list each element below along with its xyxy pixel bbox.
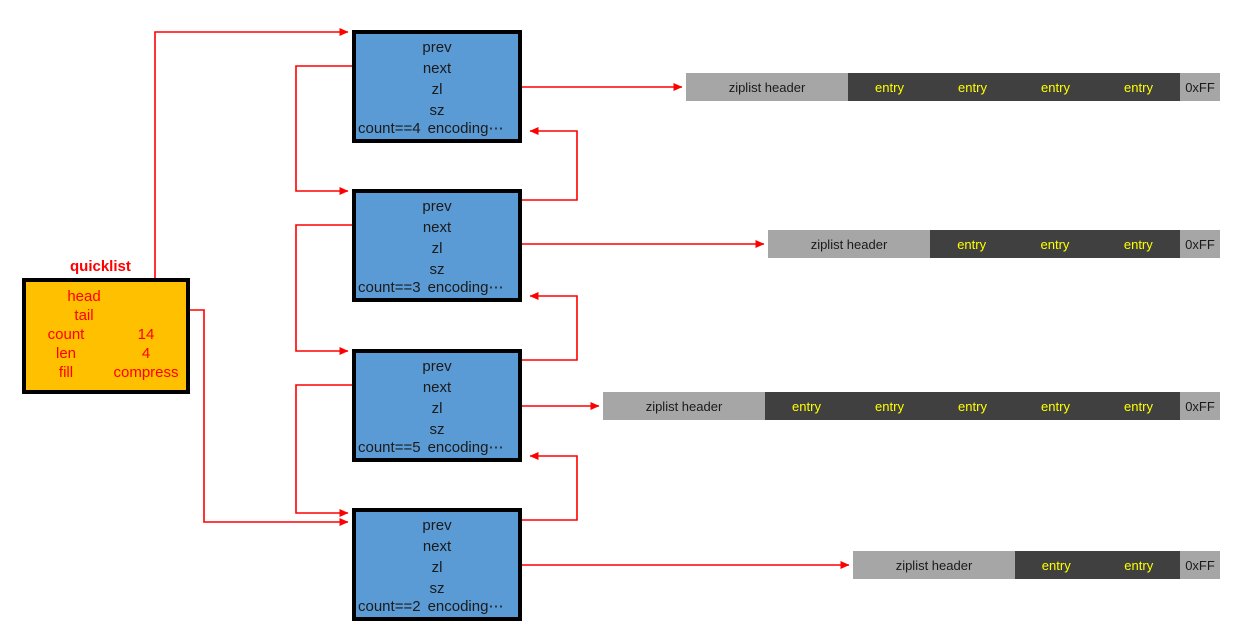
ziplist-bar: ziplist header entry entry entry entry e… <box>603 392 1220 420</box>
node-field-next: next <box>422 379 452 396</box>
ziplist-entry-segment: entry <box>931 73 1014 101</box>
ziplist-entry-segment: entry <box>848 392 931 420</box>
node-field-next: next <box>422 60 452 77</box>
quicklist-node: prev next zl sz count==2 encoding⋯ <box>352 508 522 621</box>
node-count-label: count==4 <box>358 120 421 137</box>
ziplist-header-segment: ziplist header <box>603 392 765 420</box>
ziplist-end-segment: 0xFF <box>1180 73 1220 101</box>
ziplist-header-segment: ziplist header <box>768 230 930 258</box>
quicklist-row-tail: tail <box>26 306 186 325</box>
ziplist-header-segment: ziplist header <box>686 73 848 101</box>
node-count-label: count==3 <box>358 279 421 296</box>
ziplist-entry-segment: entry <box>848 73 931 101</box>
ziplist-entry-segment: entry <box>1015 551 1098 579</box>
node-field-zl: zl <box>431 240 443 257</box>
node-field-zl: zl <box>431 81 443 98</box>
ziplist-entry-segment: entry <box>1014 73 1097 101</box>
ziplist-header-segment: ziplist header <box>853 551 1015 579</box>
ziplist-entry-segment: entry <box>931 392 1014 420</box>
quicklist-row-head: head <box>26 287 186 306</box>
wire-head-to-node1 <box>118 28 349 292</box>
quicklist-row-len: len 4 <box>26 344 186 363</box>
quicklist-count-value: 14 <box>137 326 155 343</box>
node-field-prev: prev <box>422 358 452 375</box>
quicklist-struct: head tail count 14 len 4 fill compress <box>22 278 190 394</box>
ziplist-entry-segment: entry <box>1097 551 1180 579</box>
quicklist-head-label: head <box>67 288 101 305</box>
node-field-zl: zl <box>431 400 443 417</box>
quicklist-tail-label: tail <box>74 307 94 324</box>
quicklist-len-label: len <box>55 345 77 362</box>
node-field-zl: zl <box>431 559 443 576</box>
quicklist-node: prev next zl sz count==4 encoding⋯ <box>352 30 522 143</box>
ziplist-bar: ziplist header entry entry entry entry 0… <box>686 73 1220 101</box>
ziplist-entry-segment: entry <box>1097 73 1180 101</box>
diagram-canvas: quicklist head tail count 14 len 4 fill … <box>0 0 1252 640</box>
node-encoding-label: encoding⋯ <box>427 279 504 296</box>
ziplist-end-segment: 0xFF <box>1180 392 1220 420</box>
ziplist-bar: ziplist header entry entry 0xFF <box>853 551 1220 579</box>
node-field-next: next <box>422 219 452 236</box>
ziplist-entry-segment: entry <box>1096 230 1180 258</box>
ziplist-end-segment: 0xFF <box>1180 551 1220 579</box>
node-bottom-row: count==4 encoding⋯ <box>356 118 518 139</box>
node-encoding-label: encoding⋯ <box>427 120 504 137</box>
quicklist-fill-label: fill <box>58 364 74 381</box>
quicklist-count-label: count <box>47 326 85 343</box>
ziplist-bar: ziplist header entry entry entry 0xFF <box>768 230 1220 258</box>
node-count-label: count==5 <box>358 439 421 456</box>
ziplist-entry-segment: entry <box>1097 392 1180 420</box>
node-field-prev: prev <box>422 198 452 215</box>
node-bottom-row: count==5 encoding⋯ <box>356 437 518 458</box>
ziplist-entry-segment: entry <box>1014 392 1097 420</box>
quicklist-compress-label: compress <box>113 364 179 381</box>
quicklist-len-value: 4 <box>141 345 151 362</box>
node-bottom-row: count==2 encoding⋯ <box>356 596 518 617</box>
ziplist-entry-segment: entry <box>765 392 848 420</box>
ziplist-end-segment: 0xFF <box>1179 230 1220 258</box>
node-encoding-label: encoding⋯ <box>427 439 504 456</box>
quicklist-node: prev next zl sz count==3 encoding⋯ <box>352 189 522 302</box>
node-bottom-row: count==3 encoding⋯ <box>356 277 518 298</box>
node-field-prev: prev <box>422 39 452 56</box>
ziplist-entry-segment: entry <box>930 230 1014 258</box>
node-field-prev: prev <box>422 517 452 534</box>
node-encoding-label: encoding⋯ <box>427 598 504 615</box>
quicklist-row-fill: fill compress <box>26 363 186 382</box>
ziplist-entry-segment: entry <box>1013 230 1097 258</box>
node-field-next: next <box>422 538 452 555</box>
quicklist-node: prev next zl sz count==5 encoding⋯ <box>352 349 522 462</box>
quicklist-row-count: count 14 <box>26 325 186 344</box>
quicklist-title: quicklist <box>70 258 131 275</box>
node-count-label: count==2 <box>358 598 421 615</box>
